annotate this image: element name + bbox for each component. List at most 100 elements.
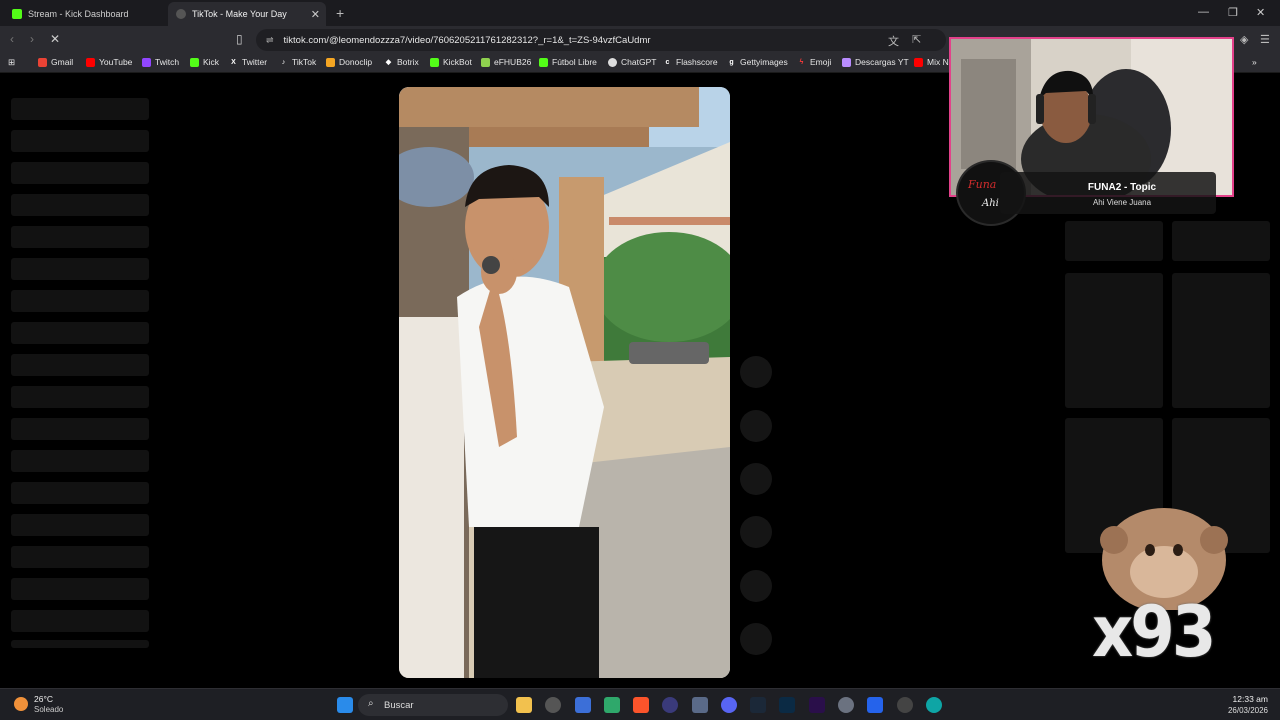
close-tab-icon[interactable]: ✕: [311, 8, 320, 21]
sidebar-skeleton: [11, 162, 149, 184]
forward-icon[interactable]: ›: [30, 32, 34, 46]
sidebar-skeleton: [11, 194, 149, 216]
app-icon[interactable]: [604, 697, 620, 713]
close-window-icon[interactable]: ✕: [1256, 6, 1265, 19]
brave-icon[interactable]: [633, 697, 649, 713]
shield-icon[interactable]: ◈: [1240, 33, 1248, 46]
app-icon[interactable]: [575, 697, 591, 713]
play-icon[interactable]: [897, 697, 913, 713]
maximize-icon[interactable]: ❐: [1228, 6, 1238, 19]
media-player-icon[interactable]: [662, 697, 678, 713]
clock-time[interactable]: 12:33 am: [1233, 694, 1268, 704]
url-text: tiktok.com/@leomendozzza7/video/76062052…: [283, 34, 651, 46]
sidebar-skeleton: [11, 610, 149, 632]
weather-icon[interactable]: [14, 697, 28, 711]
getty-icon: g: [729, 58, 734, 66]
tiktok-icon: ♪: [281, 58, 286, 66]
clock-date[interactable]: 26/03/2026: [1228, 706, 1268, 715]
bookmark-gmail[interactable]: Gmail: [38, 57, 73, 67]
bookmark-youtube[interactable]: YouTube: [86, 57, 132, 67]
bookmark-botrix[interactable]: ◆ Botrix: [384, 57, 419, 67]
botrix-icon: ◆: [385, 58, 392, 66]
bookmark-descargas-yt[interactable]: Descargas YT: [842, 57, 909, 67]
sidebar-skeleton: [11, 418, 149, 440]
steam-icon[interactable]: [750, 697, 766, 713]
notepad-icon[interactable]: [867, 697, 883, 713]
settings-icon[interactable]: [838, 697, 854, 713]
photoshop-icon[interactable]: [779, 697, 795, 713]
bookmark-mix[interactable]: Mix N: [914, 57, 949, 67]
svg-text:Funa: Funa: [967, 178, 996, 191]
calculator-icon[interactable]: [692, 697, 708, 713]
obs-icon[interactable]: [545, 697, 561, 713]
sidebar-skeleton: [11, 130, 149, 152]
gift-counter: x93: [1092, 592, 1216, 674]
bookmark-efhub[interactable]: eFHUB26: [481, 57, 531, 67]
more-button[interactable]: [740, 623, 772, 655]
share-icon[interactable]: ⇱: [912, 33, 921, 46]
stop-icon[interactable]: ✕: [50, 32, 60, 46]
discord-icon[interactable]: [721, 697, 737, 713]
tiktok-icon: [176, 9, 186, 19]
sidebar-skeleton: [11, 386, 149, 408]
bookmark-donoclip[interactable]: Donoclip: [326, 57, 372, 67]
kick-icon: [190, 57, 199, 67]
search-icon: ⌕: [368, 698, 374, 709]
weather-desc[interactable]: Soleado: [34, 705, 63, 714]
weather-temp[interactable]: 26°C: [34, 694, 53, 704]
sidebar-skeleton: [11, 98, 149, 120]
windows-taskbar: 26°C Soleado ⌕ Buscar 12:33 am 26/03/202…: [0, 688, 1280, 720]
save-button[interactable]: [740, 463, 772, 495]
donoclip-icon: [326, 57, 335, 67]
bookmark-flashscore[interactable]: c Flashscore: [663, 57, 718, 67]
back-icon[interactable]: ‹: [10, 32, 14, 46]
bookmark-kickbot[interactable]: KickBot: [430, 57, 472, 67]
translate-icon[interactable]: 文: [888, 33, 899, 49]
premiere-icon[interactable]: [809, 697, 825, 713]
bookmark-twitch[interactable]: Twitch: [142, 57, 179, 67]
sidebar-skeleton: [11, 354, 149, 376]
bookmark-icon[interactable]: ▯: [236, 32, 243, 46]
youtube-icon: [86, 57, 95, 67]
sidebar-skeleton: [11, 322, 149, 344]
bookmark-futbol-libre[interactable]: Fútbol Libre: [539, 57, 597, 67]
like-button[interactable]: [740, 356, 772, 388]
comment-button[interactable]: [740, 410, 772, 442]
video-player[interactable]: [399, 87, 730, 678]
sidebar-skeleton: [11, 546, 149, 568]
file-explorer-icon[interactable]: [516, 697, 532, 713]
efhub-icon: [481, 57, 490, 67]
video-frame: [399, 87, 730, 678]
tab-title: Stream - Kick Dashboard: [28, 9, 129, 19]
bookmark-tiktok[interactable]: ♪ TikTok: [279, 57, 317, 67]
bookmark-twitter[interactable]: X Twitter: [229, 57, 267, 67]
futbol-icon: [539, 57, 548, 67]
taskbar-search[interactable]: ⌕ Buscar: [358, 694, 508, 716]
search-placeholder: Buscar: [384, 699, 414, 711]
start-icon[interactable]: [337, 697, 353, 713]
chatgpt-icon: [608, 57, 617, 67]
bookmark-gettyimages[interactable]: g Gettyimages: [727, 57, 787, 67]
tab-tiktok[interactable]: TikTok - Make Your Day ✕: [168, 2, 326, 26]
menu-icon[interactable]: ☰: [1260, 33, 1270, 46]
new-tab-button[interactable]: +: [336, 5, 344, 21]
descargas-icon: [842, 57, 851, 67]
sidebar-skeleton: [11, 226, 149, 248]
site-info-icon[interactable]: ⇌: [266, 35, 274, 46]
music-button[interactable]: [740, 570, 772, 602]
tab-kick-dashboard[interactable]: Stream - Kick Dashboard: [4, 2, 164, 26]
edge-icon[interactable]: [926, 697, 942, 713]
sidebar-skeleton: [11, 578, 149, 600]
now-playing-subtitle: Ahi Viene Juana: [1092, 198, 1152, 207]
bookmark-emoji[interactable]: ϟ Emoji: [797, 57, 832, 67]
share-button[interactable]: [740, 516, 772, 548]
now-playing-widget: [1000, 172, 1216, 214]
address-bar[interactable]: ⇌ tiktok.com/@leomendozzza7/video/760620…: [256, 29, 946, 51]
bookmark-chatgpt[interactable]: ChatGPT: [608, 57, 656, 67]
minimize-icon[interactable]: —: [1198, 6, 1209, 18]
sidebar-skeleton: [11, 258, 149, 280]
apps-grid-icon[interactable]: ⊞: [8, 57, 15, 68]
comment-skeleton: [1172, 221, 1270, 261]
more-bookmarks-icon[interactable]: »: [1252, 57, 1257, 67]
bookmark-kick[interactable]: Kick: [190, 57, 219, 67]
